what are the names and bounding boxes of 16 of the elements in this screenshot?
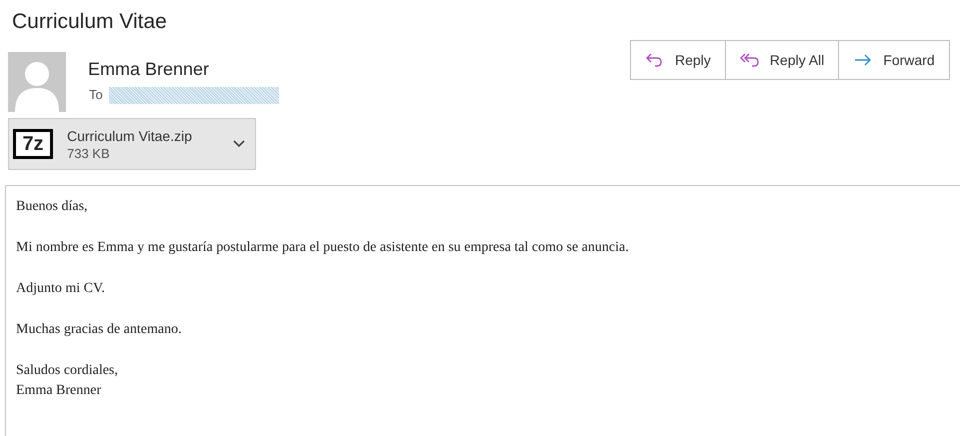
archive-icon: 7z	[13, 129, 53, 159]
file-size: 733 KB	[67, 144, 111, 162]
avatar-icon	[8, 52, 66, 112]
message-line: Saludos cordiales,	[16, 362, 118, 380]
chevron-down-icon	[233, 140, 245, 148]
attachment-card[interactable]: 7z Curriculum Vitae.zip 733 KB	[8, 118, 256, 170]
message-line: Muchas gracias de antemano.	[16, 321, 182, 339]
file-name: Curriculum Vitae.zip	[67, 126, 194, 144]
message-line: Adjunto mi CV.	[16, 280, 105, 298]
double-reply-arrow-icon	[740, 51, 760, 69]
recipient-label: To	[89, 86, 103, 104]
message-line: Emma Brenner	[16, 382, 102, 400]
email-subject: Curriculum Vitae	[12, 9, 167, 35]
message-line: Mi nombre es Emma y me gustaría postularme para el puesto de asistente en su empresa tal como se anuncia.	[16, 239, 629, 257]
message-line: Buenos días,	[16, 198, 88, 216]
sender-name: Emma Brenner	[88, 58, 210, 80]
